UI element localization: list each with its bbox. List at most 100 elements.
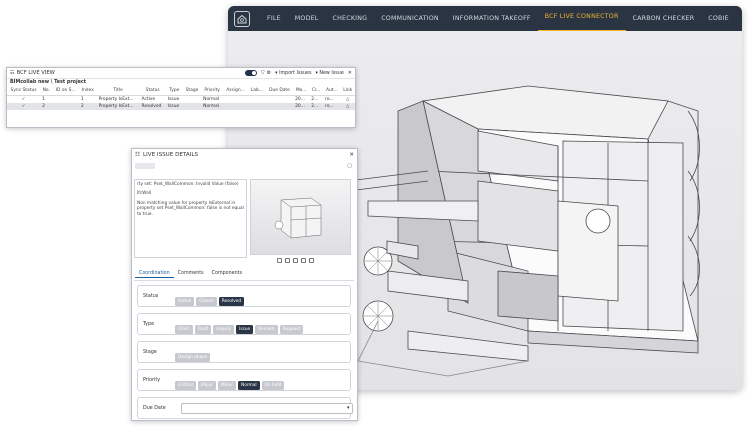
project-label: BIMcollab new \ Test project [10, 80, 87, 85]
column-header[interactable]: Status [139, 87, 166, 96]
details-tabs: Coordination Comments Components [135, 270, 246, 278]
viewpoint-icon[interactable] [277, 258, 282, 263]
viewpoint-thumbnail[interactable] [250, 179, 351, 255]
table-cell-index: 2 [78, 102, 97, 110]
status-option-closed[interactable]: Closed [196, 296, 217, 306]
table-cell-assign [223, 102, 248, 110]
close-icon[interactable]: ✕ [348, 70, 352, 76]
due-date-field[interactable] [181, 402, 353, 414]
close-details-icon[interactable]: ✕ [349, 152, 354, 158]
filter-icon[interactable]: ▽ [261, 70, 265, 76]
type-option-clash[interactable]: Clash [175, 324, 193, 334]
table-cell-stage [183, 95, 201, 103]
table-cell-no: 2 [40, 102, 53, 110]
table-cell-mo: 20... [295, 96, 305, 102]
table-cell-priority: Normal [203, 96, 220, 102]
priority-option-on-hold[interactable]: On hold [261, 380, 285, 390]
nav-item-communication[interactable]: COMMUNICATION [374, 6, 446, 31]
table-cell-index: 1 [80, 96, 84, 102]
issue-description-box[interactable]: rty set: Pset_WallCommon: Invalid Value … [134, 179, 247, 258]
table-cell-stage [182, 102, 202, 110]
table-cell-id [53, 95, 79, 103]
priority-option-critical[interactable]: Critical [175, 380, 197, 390]
priority-option-normal[interactable]: Normal [238, 380, 260, 390]
column-header[interactable]: Title [96, 87, 140, 96]
new-issue-button[interactable]: ▾ New Issue [315, 71, 343, 76]
calendar-dropdown-icon[interactable]: ▾ [347, 405, 350, 411]
table-cell-status: Resolved [139, 102, 166, 110]
table-cell-link: △ [340, 102, 355, 110]
column-header[interactable]: Mo... [293, 87, 310, 96]
issues-table-body: ✓ 1 1 Property IsExt... Active Issue Normal 20.… [7, 95, 355, 110]
status-option-active[interactable]: Active [175, 296, 195, 306]
new-issue-label: New Issue [319, 70, 344, 76]
nav-item-information-takeoff[interactable]: INFORMATION TAKEOFF [446, 6, 538, 31]
table-cell-mo: 20... [293, 102, 310, 110]
live-issue-details-panel: ☷ LIVE ISSUE DETAILS ✕ ▢ rty set: Pset_W… [131, 148, 358, 421]
column-header[interactable]: Assign... [223, 87, 248, 96]
column-header[interactable]: No. [40, 87, 53, 96]
table-cell-type: Issue [167, 96, 180, 102]
column-header[interactable]: Priority [201, 87, 224, 96]
thumbnail-building-icon [274, 197, 322, 239]
stage-section: Stage Design phase [137, 341, 351, 363]
sync-toggle[interactable] [244, 70, 257, 76]
priority-option-minor[interactable]: Minor [217, 380, 236, 390]
details-header: ☷ LIVE ISSUE DETAILS ✕ [132, 149, 357, 160]
table-cell-priority: Normal [201, 102, 224, 110]
priority-options: Critical Major Minor Normal On hold [175, 371, 286, 390]
upload-icon[interactable] [293, 258, 298, 263]
type-section: Type Clash Fault Inquiry Issue Remark Request [137, 313, 351, 335]
column-header[interactable]: ID on S... [52, 87, 79, 96]
snapshot-icon[interactable] [285, 258, 290, 263]
status-option-resolved[interactable]: Resolved [218, 296, 245, 306]
column-header[interactable]: Index [78, 87, 97, 96]
table-cell-lab [248, 102, 266, 110]
column-header[interactable]: Type [165, 87, 183, 96]
table-cell-title: Property IsExt... [98, 96, 134, 102]
priority-section: Priority Critical Major Minor Normal On hold [137, 369, 351, 391]
delete-icon[interactable] [309, 258, 314, 263]
column-header[interactable]: Stage [182, 87, 202, 96]
table-row[interactable]: ✓ 1 1 Property IsExt... Active Issue Normal 20.… [7, 95, 355, 103]
column-header[interactable]: Link [340, 87, 355, 96]
column-header[interactable]: Cr... [309, 87, 324, 96]
table-cell-type: Issue [165, 102, 183, 110]
nav-item-bcf-live-connector[interactable]: BCF LIVE CONNECTOR [537, 6, 626, 31]
type-option-request[interactable]: Request [279, 324, 304, 334]
settings-icon[interactable]: ⚙ [267, 70, 271, 76]
type-option-fault[interactable]: Fault [194, 324, 212, 334]
nav-item-checking[interactable]: CHECKING [326, 6, 375, 31]
tab-comments[interactable]: Comments [174, 270, 208, 278]
column-header[interactable]: Due Date [265, 87, 294, 96]
status-label: Status [143, 293, 159, 299]
nav-item-carbon-checker[interactable]: CARBON CHECKER [626, 6, 702, 31]
issue-title-text: rty set: Pset_WallCommon: Invalid Value … [137, 182, 239, 187]
type-options: Clash Fault Inquiry Issue Remark Request [175, 315, 305, 334]
nav-item-model[interactable]: MODEL [288, 6, 326, 31]
type-label: Type [143, 321, 155, 327]
tab-coordination[interactable]: Coordination [135, 270, 174, 278]
tabs-divider [134, 280, 354, 281]
stage-option-design-phase[interactable]: Design phase [175, 352, 211, 362]
column-header[interactable]: Sync Status [7, 87, 41, 96]
nav-item-cobie[interactable]: COBIE [701, 6, 736, 31]
tab-components[interactable]: Components [208, 270, 246, 278]
import-issues-button[interactable]: ▾ Import Issues [275, 71, 311, 76]
type-option-inquiry[interactable]: Inquiry [213, 324, 235, 334]
zoom-icon[interactable] [301, 258, 306, 263]
home-logo-icon[interactable] [234, 10, 250, 27]
table-cell-aut: ro... [323, 102, 341, 110]
expand-icon[interactable]: ▢ [347, 163, 352, 169]
table-cell-status: Active [141, 96, 156, 102]
column-header[interactable]: Aut... [323, 87, 341, 96]
type-option-remark[interactable]: Remark [255, 324, 278, 334]
table-row[interactable]: ✓ 2 2 Property IsExt... Resolved Issue Normal 2… [7, 102, 355, 110]
column-header[interactable]: Lab... [248, 87, 266, 96]
issue-nav-control[interactable] [135, 163, 155, 169]
table-cell-sync: ✓ [7, 102, 41, 110]
nav-item-file[interactable]: FILE [260, 6, 288, 31]
type-option-issue[interactable]: Issue [236, 324, 254, 334]
bcf-panel-icon: ☷ [10, 70, 15, 76]
priority-option-major[interactable]: Major [198, 380, 216, 390]
